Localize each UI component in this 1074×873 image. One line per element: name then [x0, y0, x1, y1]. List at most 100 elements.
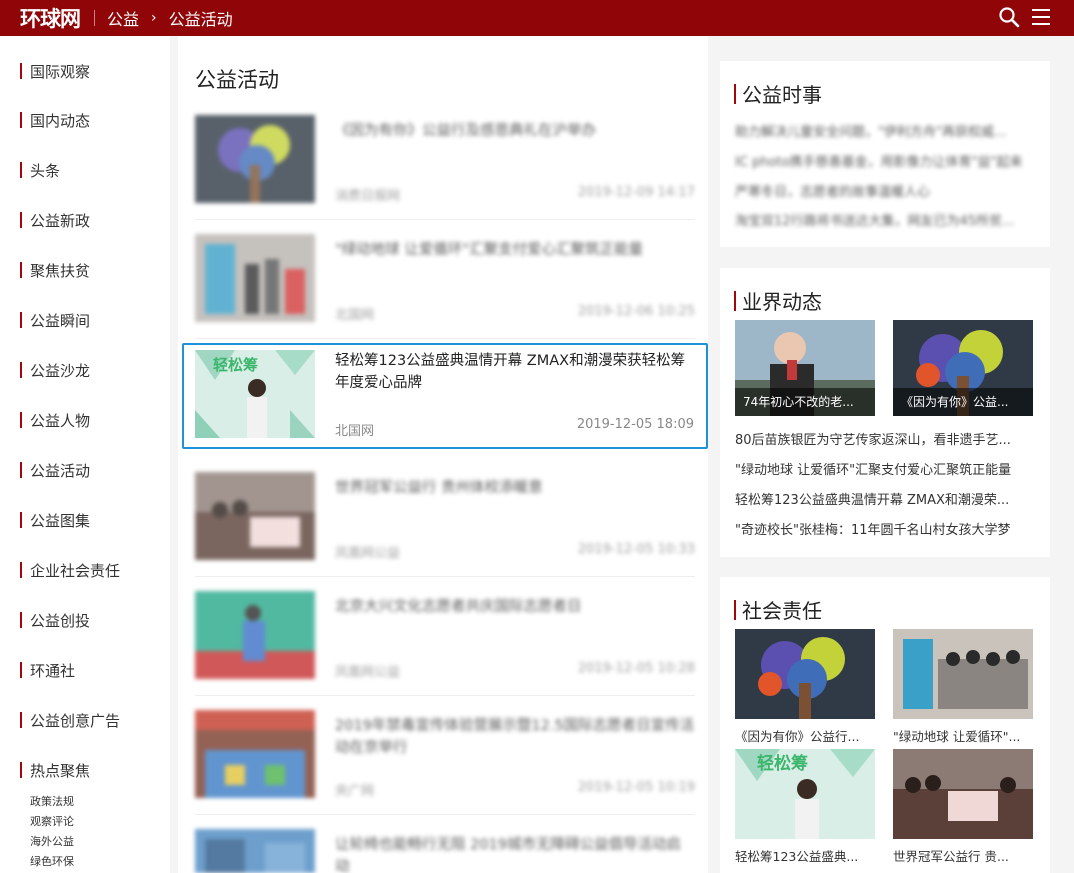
sidebar-item-label: 公益创投: [30, 611, 91, 630]
social-pic-title[interactable]: 世界冠军公益行 贵...: [893, 846, 1033, 865]
sidebar-item-label: 热点聚焦: [30, 761, 91, 780]
divider: [195, 576, 695, 577]
nav-marker: [20, 362, 22, 378]
article-time: 2019-12-05 10:19: [577, 780, 695, 795]
sidebar-item-people[interactable]: 公益人物: [20, 410, 90, 430]
article-title[interactable]: "绿动地球 让爱循环"汇聚支付爱心汇聚筑正能量: [335, 239, 695, 261]
social-pic-title[interactable]: 轻松筹123公益盛典...: [735, 846, 875, 865]
industry-link[interactable]: 80后苗族银匠为守艺传家返深山，看非遗手艺...: [735, 429, 1035, 448]
panel-title: 业界动态: [734, 286, 822, 315]
industry-link[interactable]: "绿动地球 让爱循环"汇聚支付爱心汇聚筑正能量: [735, 459, 1035, 478]
article-title[interactable]: 北京大兴文化志愿者共庆国际志愿者日: [335, 596, 695, 618]
nav-marker: [20, 212, 22, 228]
nav-marker: [20, 712, 22, 728]
article-item[interactable]: "绿动地球 让爱循环"汇聚支付爱心汇聚筑正能量 北国网 2019-12-06 1…: [195, 234, 695, 342]
nav-marker: [20, 412, 22, 428]
article-item[interactable]: 北京大兴文化志愿者共庆国际志愿者日 凤凰网公益 2019-12-05 10:28: [195, 591, 695, 699]
article-title[interactable]: 让轮椅也能畅行无阻 2019城市无障碍公益倡导活动启动: [335, 834, 695, 873]
article-item-highlighted[interactable]: 轻松筹 轻松筹123公益盛典温情开幕 ZMAX和潮漫荣获轻松筹年度爱心品牌 北国…: [182, 343, 708, 449]
article-source: 凤凰网公益: [335, 665, 401, 680]
sidebar-item-label: 公益瞬间: [30, 311, 91, 330]
article-time: 2019-12-09 14:17: [577, 185, 695, 200]
sidebar-item-activities[interactable]: 公益活动: [20, 460, 90, 480]
social-pic-title[interactable]: 《因为有你》公益行...: [735, 726, 875, 745]
news-link[interactable]: 助力解决儿童安全问题，"伊利方舟"再获权威...: [735, 121, 1035, 140]
panel-industry: 业界动态 74年初心不改的老... 《因为有你》公益... 80后苗族银匠为守艺…: [720, 268, 1050, 557]
article-item[interactable]: 《因为有你》公益行及感恩典礼在沪举办 消费日报网 2019-12-09 14:1…: [195, 115, 695, 223]
sidebar-item-moments[interactable]: 公益瞬间: [20, 310, 90, 330]
panel-news: 公益时事 助力解决儿童安全问题，"伊利方舟"再获权威... IC photo携手…: [720, 61, 1050, 247]
title-marker: [734, 83, 736, 104]
sidebar-item-gallery[interactable]: 公益图集: [20, 510, 90, 530]
logo-divider: [94, 10, 95, 26]
social-pic[interactable]: 轻松筹: [735, 749, 875, 839]
industry-link[interactable]: 轻松筹123公益盛典温情开幕 ZMAX和潮漫荣...: [735, 489, 1035, 508]
pic-caption: 《因为有你》公益...: [893, 388, 1033, 416]
breadcrumb-home[interactable]: 公益: [107, 6, 139, 30]
industry-pic[interactable]: 《因为有你》公益...: [893, 320, 1033, 416]
news-link[interactable]: 严寒冬日，志愿者的故事温暖人心: [735, 181, 1035, 200]
sidebar-item-label: 公益人物: [30, 411, 91, 430]
article-thumbnail[interactable]: [195, 710, 315, 798]
article-item[interactable]: 2019年禁毒宣传体验营展示暨12.5国际志愿者日宣传活动在京举行 央广网 20…: [195, 710, 695, 818]
article-thumbnail[interactable]: [195, 234, 315, 322]
sidebar-item-policy[interactable]: 公益新政: [20, 210, 90, 230]
article-thumbnail[interactable]: [195, 591, 315, 679]
sidebar-item-label: 环通社: [30, 661, 76, 680]
sidebar-item-label: 公益新政: [30, 211, 91, 230]
menu-icon[interactable]: [1030, 6, 1052, 28]
article-title[interactable]: 轻松筹123公益盛典温情开幕 ZMAX和潮漫荣获轻松筹年度爱心品牌: [335, 350, 695, 394]
nav-marker: [20, 312, 22, 328]
divider: [195, 338, 695, 339]
social-pic[interactable]: [735, 629, 875, 719]
search-icon[interactable]: [998, 6, 1020, 28]
social-pic[interactable]: [893, 629, 1033, 719]
article-item[interactable]: 让轮椅也能畅行无阻 2019城市无障碍公益倡导活动启动: [195, 829, 695, 873]
sidebar-subitem-overseas[interactable]: 海外公益: [30, 833, 74, 849]
industry-link[interactable]: "奇迹校长"张桂梅：11年圆千名山村女孩大学梦: [735, 519, 1035, 538]
article-title[interactable]: 《因为有你》公益行及感恩典礼在沪举办: [335, 120, 695, 142]
article-source: 央广网: [335, 784, 375, 799]
breadcrumb-separator: ›: [151, 10, 157, 26]
panel-title: 公益时事: [734, 79, 822, 108]
sidebar-item-label: 公益图集: [30, 511, 91, 530]
sidebar-subitem-commentary[interactable]: 观察评论: [30, 813, 74, 829]
breadcrumb-current: 公益活动: [168, 10, 233, 29]
sidebar-item-ads[interactable]: 公益创意广告: [20, 710, 120, 730]
sidebar-item-headlines[interactable]: 头条: [20, 160, 60, 180]
article-item[interactable]: 世界冠军公益行 贵州体校添暖意 凤凰网公益 2019-12-05 10:33: [195, 472, 695, 580]
sidebar-item-huantong[interactable]: 环通社: [20, 660, 75, 680]
article-thumbnail[interactable]: 轻松筹: [195, 350, 315, 438]
news-link[interactable]: IC photo携手慈善基金，用影像力让体育"益"起来: [735, 151, 1035, 170]
site-logo[interactable]: 环球网: [20, 3, 81, 33]
page-title: 公益活动: [195, 68, 279, 92]
article-title[interactable]: 世界冠军公益行 贵州体校添暖意: [335, 477, 695, 499]
sidebar-item-salon[interactable]: 公益沙龙: [20, 360, 90, 380]
article-time: 2019-12-06 10:25: [577, 304, 695, 319]
sidebar-item-hotspot[interactable]: 热点聚焦: [20, 760, 90, 780]
title-marker: [734, 599, 736, 620]
social-pic-title[interactable]: "绿动地球 让爱循环"...: [893, 726, 1033, 745]
nav-marker: [20, 112, 22, 128]
panel-title-text: 业界动态: [742, 290, 822, 314]
sidebar-subitem-green[interactable]: 绿色环保: [30, 853, 74, 869]
svg-text:轻松筹: 轻松筹: [757, 753, 808, 774]
news-link[interactable]: 淘宝双12行路将书送达大集，网友已为45所贫...: [735, 210, 1035, 229]
article-thumbnail[interactable]: [195, 472, 315, 560]
sidebar-item-poverty[interactable]: 聚焦扶贫: [20, 260, 90, 280]
sidebar-item-label: 公益活动: [30, 461, 91, 480]
sidebar-item-venture[interactable]: 公益创投: [20, 610, 90, 630]
industry-pic[interactable]: 74年初心不改的老...: [735, 320, 875, 416]
nav-marker: [20, 662, 22, 678]
social-pic[interactable]: [893, 749, 1033, 839]
nav-marker: [20, 462, 22, 478]
sidebar-item-domestic[interactable]: 国内动态: [20, 110, 90, 130]
article-title[interactable]: 2019年禁毒宣传体验营展示暨12.5国际志愿者日宣传活动在京举行: [335, 715, 695, 759]
article-time: 2019-12-05 18:09: [576, 417, 694, 432]
nav-marker: [20, 162, 22, 178]
sidebar-item-csr[interactable]: 企业社会责任: [20, 560, 120, 580]
sidebar-item-intl[interactable]: 国际观察: [20, 61, 90, 81]
article-thumbnail[interactable]: [195, 829, 315, 873]
sidebar-subitem-regulations[interactable]: 政策法规: [30, 793, 74, 809]
article-thumbnail[interactable]: [195, 115, 315, 203]
